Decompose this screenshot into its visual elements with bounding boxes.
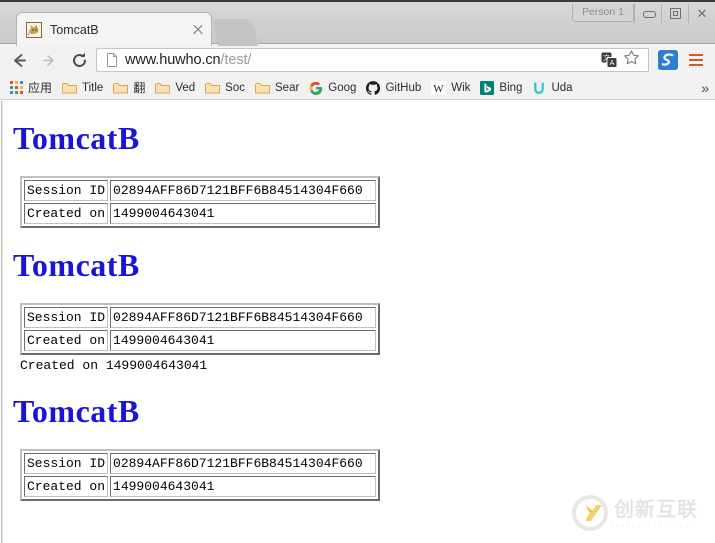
back-arrow-icon: [13, 53, 26, 67]
folder-icon: [255, 82, 270, 94]
table-row: Session ID 02894AFF86D7121BFF6B84514304F…: [24, 453, 377, 474]
session-id-label: Session ID: [24, 307, 109, 328]
viewport-left-edge: [0, 101, 4, 543]
bookmark-item-github[interactable]: GitHub: [361, 78, 426, 98]
created-on-label: Created on: [24, 476, 109, 497]
bookmark-label: Ved: [175, 81, 196, 94]
browser-window: TomcatB Person 1 ✕ www.huwho.cn/test/ 文 …: [0, 0, 715, 543]
bookmark-label: Soc: [225, 81, 245, 94]
bookmark-label: Uda: [551, 81, 573, 94]
maximize-button[interactable]: [661, 4, 688, 23]
bookmark-label: GitHub: [385, 81, 422, 94]
created-on-label: Created on: [24, 203, 109, 224]
session-table: Session ID 02894AFF86D7121BFF6B84514304F…: [20, 176, 381, 228]
wikipedia-icon: W: [431, 80, 447, 95]
navigation-toolbar: www.huwho.cn/test/ 文 A: [0, 44, 715, 76]
svg-text:W: W: [434, 83, 445, 95]
session-id-label: Session ID: [24, 180, 109, 201]
sogou-extension-icon[interactable]: [657, 49, 679, 71]
session-id-value: 02894AFF86D7121BFF6B84514304F660: [110, 307, 377, 328]
close-button[interactable]: ✕: [688, 4, 715, 23]
folder-icon: [113, 82, 129, 94]
tomcat-favicon: [26, 21, 42, 38]
github-icon: [366, 80, 381, 95]
tab-close-icon[interactable]: [191, 23, 205, 37]
back-button[interactable]: [4, 45, 34, 75]
omnibox-actions: 文 A: [601, 49, 644, 71]
session-id-value: 02894AFF86D7121BFF6B84514304F660: [110, 453, 377, 474]
bookmarks-bar: 应用 Title 翻 Ved Soc Sear Goog GitHub W Wi…: [0, 76, 715, 100]
title-bar: TomcatB Person 1 ✕: [0, 0, 715, 46]
bookmark-label: 翻: [133, 81, 146, 95]
page-document-icon: [104, 52, 120, 68]
session-id-label: Session ID: [24, 453, 109, 474]
folder-icon: [62, 82, 78, 94]
bookmark-item-bing[interactable]: Bing: [475, 78, 527, 98]
watermark-subtext: C H E N G D U C R E A T E N E T: [611, 522, 693, 528]
translate-icon[interactable]: 文 A: [601, 52, 618, 68]
table-row: Created on 1499004643041: [24, 476, 377, 497]
created-on-value: 1499004643041: [110, 476, 377, 497]
browser-tab[interactable]: TomcatB: [16, 12, 212, 46]
url-host: www.huwho.cn: [125, 52, 221, 68]
folder-icon: [155, 82, 171, 94]
page-heading: TomcatB: [13, 393, 140, 429]
table-row: Created on 1499004643041: [24, 330, 377, 351]
page-viewport: TomcatB Session ID 02894AFF86D7121BFF6B8…: [0, 101, 715, 543]
bookmarks-overflow-button[interactable]: »: [701, 80, 709, 96]
address-bar[interactable]: www.huwho.cn/test/ 文 A: [96, 48, 649, 72]
svg-text:A: A: [610, 60, 615, 67]
table-row: Created on 1499004643041: [24, 203, 377, 224]
profile-person-button[interactable]: Person 1: [571, 4, 634, 22]
watermark-text-group: 创新互联 C H E N G D U C R E A T E N E T: [611, 499, 698, 528]
bookmark-label: Title: [82, 81, 104, 94]
session-id-value: 02894AFF86D7121BFF6B84514304F660: [110, 180, 377, 201]
watermark-text: 创新互联: [614, 496, 698, 521]
minimize-button[interactable]: [634, 4, 661, 23]
url-path: /test/: [220, 52, 252, 68]
bookmark-label: Goog: [328, 81, 357, 94]
bookmark-item-udacity[interactable]: Uda: [527, 78, 577, 98]
bing-icon: [480, 80, 495, 95]
bookmark-item-wikipedia[interactable]: W Wik: [426, 78, 475, 98]
bookmark-item-google[interactable]: Goog: [304, 78, 361, 98]
created-on-label: Created on: [24, 330, 109, 351]
apps-shortcut[interactable]: 应用: [5, 78, 57, 98]
table-row: Session ID 02894AFF86D7121BFF6B84514304F…: [24, 180, 377, 201]
bookmark-item-sear[interactable]: Sear: [250, 78, 304, 98]
new-tab-button[interactable]: [212, 19, 258, 46]
apps-grid-icon: [10, 81, 23, 94]
bookmark-label: Sear: [275, 81, 300, 94]
star-bookmark-icon[interactable]: [623, 49, 640, 71]
session-table: Session ID 02894AFF86D7121BFF6B84514304F…: [20, 303, 381, 355]
google-icon: [309, 81, 323, 95]
bookmark-label: Bing: [499, 81, 523, 94]
tab-title: TomcatB: [50, 22, 99, 37]
bookmark-item-ved[interactable]: Ved: [150, 78, 200, 98]
forward-arrow-icon: [42, 54, 54, 66]
apps-label: 应用: [28, 81, 53, 95]
created-on-value: 1499004643041: [110, 203, 377, 224]
table-row: Session ID 02894AFF86D7121BFF6B84514304F…: [24, 307, 377, 328]
forward-button[interactable]: [34, 45, 64, 75]
window-controls: ✕: [634, 4, 715, 23]
page-heading: TomcatB: [13, 247, 140, 283]
reload-button[interactable]: [64, 45, 94, 75]
created-on-value: 1499004643041: [110, 330, 377, 351]
session-table: Session ID 02894AFF86D7121BFF6B84514304F…: [20, 449, 381, 501]
udacity-icon: [532, 81, 546, 95]
page-content: TomcatB Session ID 02894AFF86D7121BFF6B8…: [8, 101, 708, 501]
bookmark-label: Wik: [451, 81, 471, 94]
reload-icon: [72, 52, 86, 67]
url-text: www.huwho.cn/test/: [125, 52, 251, 68]
bookmark-item-soc[interactable]: Soc: [200, 78, 250, 98]
chrome-menu-icon[interactable]: [685, 49, 707, 71]
bookmark-item-fanyi[interactable]: 翻: [108, 78, 150, 98]
page-heading: TomcatB: [13, 120, 140, 156]
folder-icon: [205, 82, 221, 94]
bookmark-item-title[interactable]: Title: [57, 78, 108, 98]
created-on-plain-text: Created on 1499004643041: [20, 358, 208, 373]
